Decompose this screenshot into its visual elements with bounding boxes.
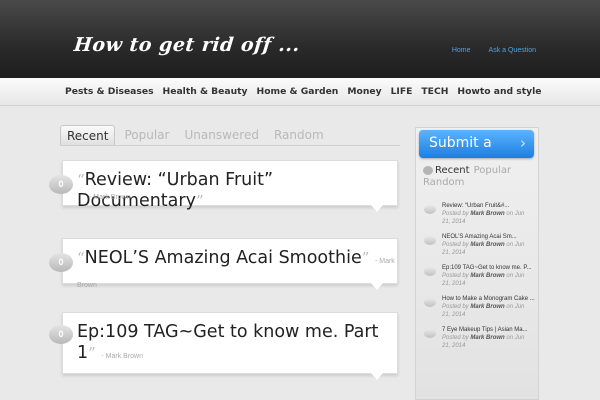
question-title[interactable]: “Review: “Urban Fruit” Documentary”: [77, 170, 397, 212]
sidebar-list-item[interactable]: Ep:109 TAG~Get to know me. P... Posted b…: [424, 264, 536, 288]
question-author: - Mark Brown: [101, 353, 144, 360]
answer-count-bubble-icon: 0: [49, 325, 73, 344]
sidebar-tab-popular[interactable]: Popular: [474, 165, 512, 177]
question-icon: [423, 165, 433, 175]
submit-question-button[interactable]: Submit a ›: [419, 130, 534, 158]
comment-bubble-icon: [424, 267, 436, 276]
site-header: How to get rid off ... Home Ask a Questi…: [0, 0, 600, 78]
sidebar-recent-list: Review: “Urban Fruit&#... Posted by Mark…: [424, 202, 536, 357]
sidebar-tab-recent[interactable]: Recent: [423, 165, 470, 177]
nav-item-howto[interactable]: Howto and style: [457, 86, 541, 97]
answer-count-bubble-icon: 0: [49, 175, 73, 194]
tab-unanswered[interactable]: Unanswered: [178, 125, 264, 146]
comment-bubble-icon: [424, 236, 436, 245]
main-nav: Pests & Diseases Health & Beauty Home & …: [0, 78, 600, 106]
nav-item-health[interactable]: Health & Beauty: [163, 86, 248, 97]
nav-item-pests[interactable]: Pests & Diseases: [65, 86, 154, 97]
card-tail: [371, 373, 383, 380]
comment-bubble-icon: [424, 329, 436, 338]
site-logo-title[interactable]: How to get rid off ...: [73, 34, 301, 56]
question-title[interactable]: “NEOL’S Amazing Acai Smoothie” - Mark Br…: [77, 248, 397, 296]
question-title[interactable]: Ep:109 TAG~Get to know me. Part 1” - Mar…: [77, 322, 397, 367]
sidebar-list-item[interactable]: 7 Eye Makeup Tips | Asian Ma... Posted b…: [424, 326, 536, 350]
sidebar-tabs: Recent Popular Random: [423, 165, 533, 189]
nav-item-money[interactable]: Money: [347, 86, 381, 97]
question-card[interactable]: 0 Ep:109 TAG~Get to know me. Part 1” - M…: [49, 312, 398, 380]
sidebar-list-item[interactable]: Review: “Urban Fruit&#... Posted by Mark…: [424, 202, 536, 226]
tab-recent[interactable]: Recent: [60, 125, 116, 146]
tab-popular[interactable]: Popular: [118, 125, 175, 146]
question-tabs: Recent Popular Unanswered Random: [60, 125, 333, 146]
tab-divider: [60, 145, 400, 146]
comment-bubble-icon: [424, 205, 436, 214]
tab-random[interactable]: Random: [268, 125, 330, 146]
nav-item-life[interactable]: LIFE: [391, 86, 413, 97]
ask-question-link[interactable]: Ask a Question: [489, 47, 536, 54]
nav-item-home-garden[interactable]: Home & Garden: [257, 86, 339, 97]
card-tail: [371, 283, 383, 290]
card-tail: [371, 205, 383, 212]
nav-item-tech[interactable]: TECH: [421, 86, 448, 97]
question-card[interactable]: 0 “Review: “Urban Fruit” Documentary” - …: [49, 160, 398, 212]
home-link[interactable]: Home: [452, 47, 471, 54]
sidebar-list-item[interactable]: How to Make a Monogram Cake ... Posted b…: [424, 295, 536, 319]
question-card[interactable]: 0 “NEOL’S Amazing Acai Smoothie” - Mark …: [49, 238, 398, 290]
sidebar-tab-random[interactable]: Random: [423, 177, 533, 189]
answer-count-bubble-icon: 0: [49, 253, 73, 272]
chevron-right-icon: ›: [520, 134, 526, 152]
top-links: Home Ask a Question: [452, 47, 536, 54]
sidebar-list-item[interactable]: NEOL’S Amazing Acai Sm... Posted by Mark…: [424, 233, 536, 257]
comment-bubble-icon: [424, 298, 436, 307]
question-author: - Mark Brown: [89, 194, 131, 201]
